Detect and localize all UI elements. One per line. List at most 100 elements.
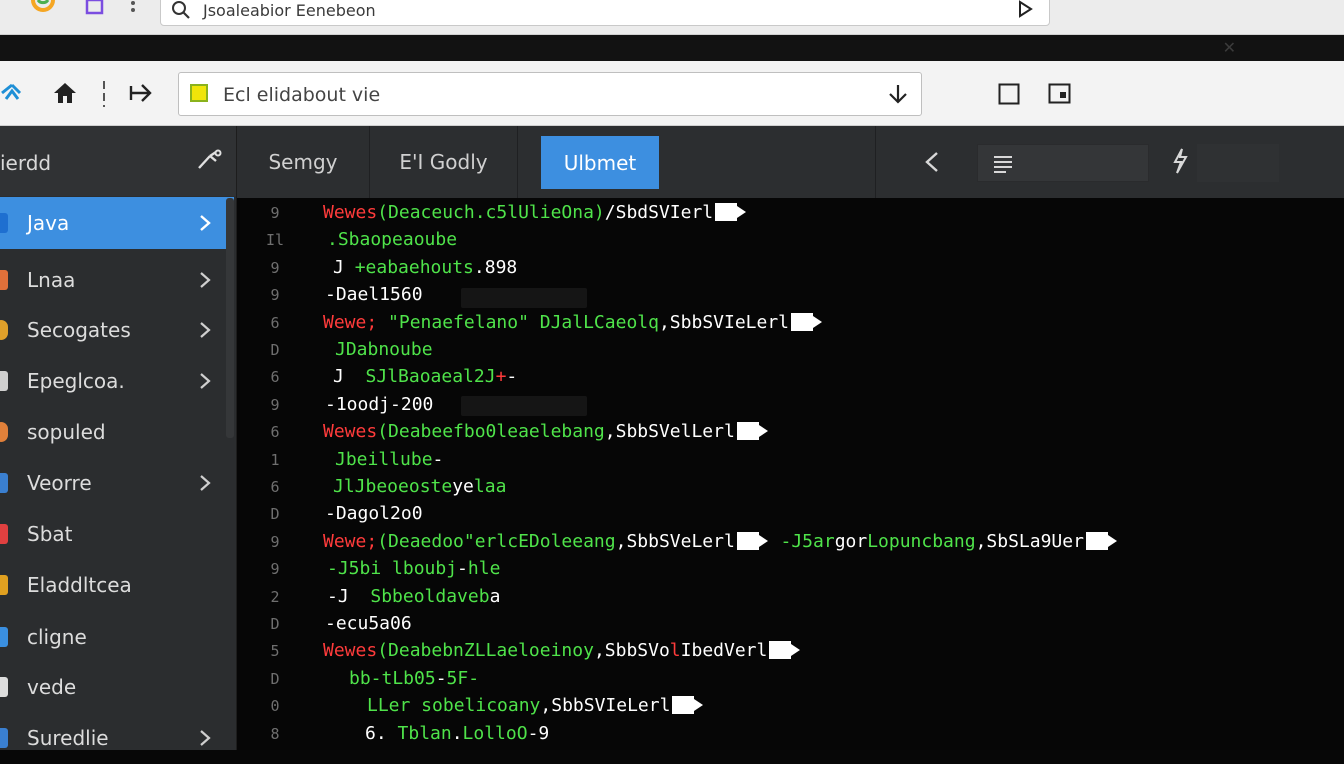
line-number: 9 — [270, 395, 280, 414]
sidebar-scrollbar[interactable] — [226, 198, 234, 438]
sidebar-item-label: Lnaa — [27, 268, 76, 292]
item-icon — [0, 677, 8, 697]
code-line: -J5bi lboubj-hle — [327, 558, 500, 580]
sidebar-item-eladdltcea[interactable]: Eladdltcea — [0, 559, 234, 611]
code-token: ye — [452, 476, 474, 497]
sidebar-item-sbat[interactable]: Sbat — [0, 508, 234, 560]
code-token: +eabaehouts — [354, 256, 474, 278]
code-token: -J5ar — [758, 530, 835, 552]
chevron-right-icon — [198, 728, 212, 752]
sidebar-item-java[interactable]: Java — [0, 197, 234, 249]
window-icon[interactable] — [84, 0, 106, 18]
close-icon[interactable]: ✕ — [1223, 38, 1236, 57]
app-logo-icon[interactable] — [0, 81, 24, 105]
code-token: (Deaceuch.c5lUlieOna) — [377, 202, 605, 223]
search-box[interactable]: Jsoaleabior Eenebeon — [160, 0, 1050, 26]
code-editor[interactable]: 9 Wewes(Deaceuch.c5lUlieOna)/SbdSVIerl Il.… — [237, 198, 1344, 750]
navigation-bar: Ecl elidabout vie — [0, 61, 1344, 126]
line-number: 1 — [270, 450, 280, 469]
bolt-icon[interactable] — [1171, 148, 1189, 178]
code-token: Jbeillube — [335, 448, 433, 470]
square-icon[interactable] — [998, 83, 1020, 105]
code-token: . — [451, 722, 463, 744]
code-token: Wewes — [323, 202, 378, 223]
tab-semgy[interactable]: Semgy — [237, 126, 370, 198]
code-token: -J — [327, 585, 371, 607]
window-restore-icon[interactable] — [1048, 83, 1072, 105]
code-token: Wewes — [323, 421, 378, 443]
tag-icon — [769, 641, 801, 660]
download-icon[interactable] — [887, 83, 909, 109]
tools-icon[interactable] — [196, 148, 222, 176]
code-line: .Sbaopeaoube — [327, 229, 457, 251]
code-token: a — [489, 585, 501, 607]
sidebar-item-veorre[interactable]: Veorre — [0, 457, 234, 509]
sidebar-item-cligne[interactable]: cligne — [0, 611, 234, 663]
code-token: 6. — [365, 722, 398, 744]
line-number: 9 — [270, 286, 280, 305]
browser-app-icon[interactable] — [30, 0, 56, 18]
code-token: J — [333, 256, 355, 278]
code-token: -Dagol2o0 — [325, 503, 423, 525]
tab-ulbmet[interactable]: Ulbmet — [541, 136, 659, 189]
line-number: D — [270, 505, 280, 524]
sidebar-item-label: Secogates — [27, 318, 131, 342]
code-token: IbedVerl — [680, 640, 768, 662]
tab-godly[interactable]: E'I Godly — [370, 126, 518, 198]
chevron-right-icon — [198, 320, 212, 344]
line-number: 8 — [270, 724, 280, 743]
chevron-left-icon[interactable] — [921, 150, 943, 178]
code-line: -Dagol2o0 — [325, 503, 423, 525]
home-icon[interactable] — [52, 81, 78, 105]
tag-icon — [791, 312, 823, 331]
code-token: hle — [467, 558, 501, 580]
line-number: 9 — [270, 204, 280, 222]
sidebar-item-lnaa[interactable]: Lnaa — [0, 254, 234, 306]
url-input[interactable]: Ecl elidabout vie — [178, 72, 922, 116]
list-field[interactable] — [977, 144, 1149, 182]
browser-top-bar: Jsoaleabior Eenebeon — [0, 0, 1344, 35]
forward-icon[interactable] — [128, 81, 154, 105]
sidebar-item-secogates[interactable]: Secogates — [0, 304, 234, 356]
code-token: l — [669, 640, 681, 662]
code-line: Wewe; "Penaefelano" DJalLCaeolq,SbbSVIeL… — [323, 311, 823, 334]
code-token: - — [435, 667, 447, 689]
line-number: D — [270, 615, 280, 633]
sidebar-item-vede[interactable]: vede — [0, 661, 234, 713]
item-icon — [0, 728, 8, 748]
tag-icon — [672, 696, 704, 715]
sidebar: ierdd Java Lnaa Secogates Epeglcoa. sopu… — [0, 126, 237, 750]
code-line: Wewe;(Deaedoo"erlcEDoleeang,SbbSVeLerl -… — [323, 530, 1117, 553]
sidebar-item-epeglcoa[interactable]: Epeglcoa. — [0, 355, 234, 407]
code-token: -1oodj-200 — [325, 393, 434, 415]
code-token: - — [432, 448, 444, 470]
chevron-right-icon — [198, 473, 212, 497]
tab-divider — [875, 126, 876, 198]
line-number: 9 — [270, 532, 280, 551]
item-icon — [0, 371, 8, 391]
code-token: - — [506, 366, 518, 388]
code-token: ,SbbSVIeLerl — [658, 311, 790, 333]
code-line: Wewes(DeabebnZLLaeloeinoy,SbbSVolIbedVer… — [323, 640, 801, 662]
more-vert-icon[interactable] — [126, 0, 140, 18]
code-line: J SJlBaoaeal2J+- — [333, 366, 517, 388]
sidebar-title: ierdd — [0, 151, 52, 175]
sidebar-item-suredlie[interactable]: Suredlie — [0, 712, 234, 764]
code-token: gor — [834, 530, 868, 552]
code-token: + — [495, 366, 507, 388]
code-token: /SbdSVIerl — [604, 202, 714, 223]
sidebar-item-sopuled[interactable]: sopuled — [0, 406, 234, 458]
sidebar-item-label: Sbat — [27, 522, 73, 546]
line-number: 0 — [270, 697, 280, 716]
sidebar-header: ierdd — [0, 126, 236, 196]
code-token: DJalLCaeolq — [539, 311, 659, 333]
toolbar-field[interactable] — [1197, 144, 1279, 182]
line-number: D — [270, 341, 280, 359]
item-icon — [0, 627, 8, 647]
code-line: -J Sbbeoldaveba — [327, 586, 500, 608]
code-token: -J5bi lboubj — [327, 558, 458, 580]
line-number: D — [270, 669, 280, 688]
play-icon[interactable] — [1015, 0, 1035, 23]
code-line: -ecu5a06 — [325, 613, 412, 635]
sidebar-item-label: Suredlie — [27, 726, 109, 750]
